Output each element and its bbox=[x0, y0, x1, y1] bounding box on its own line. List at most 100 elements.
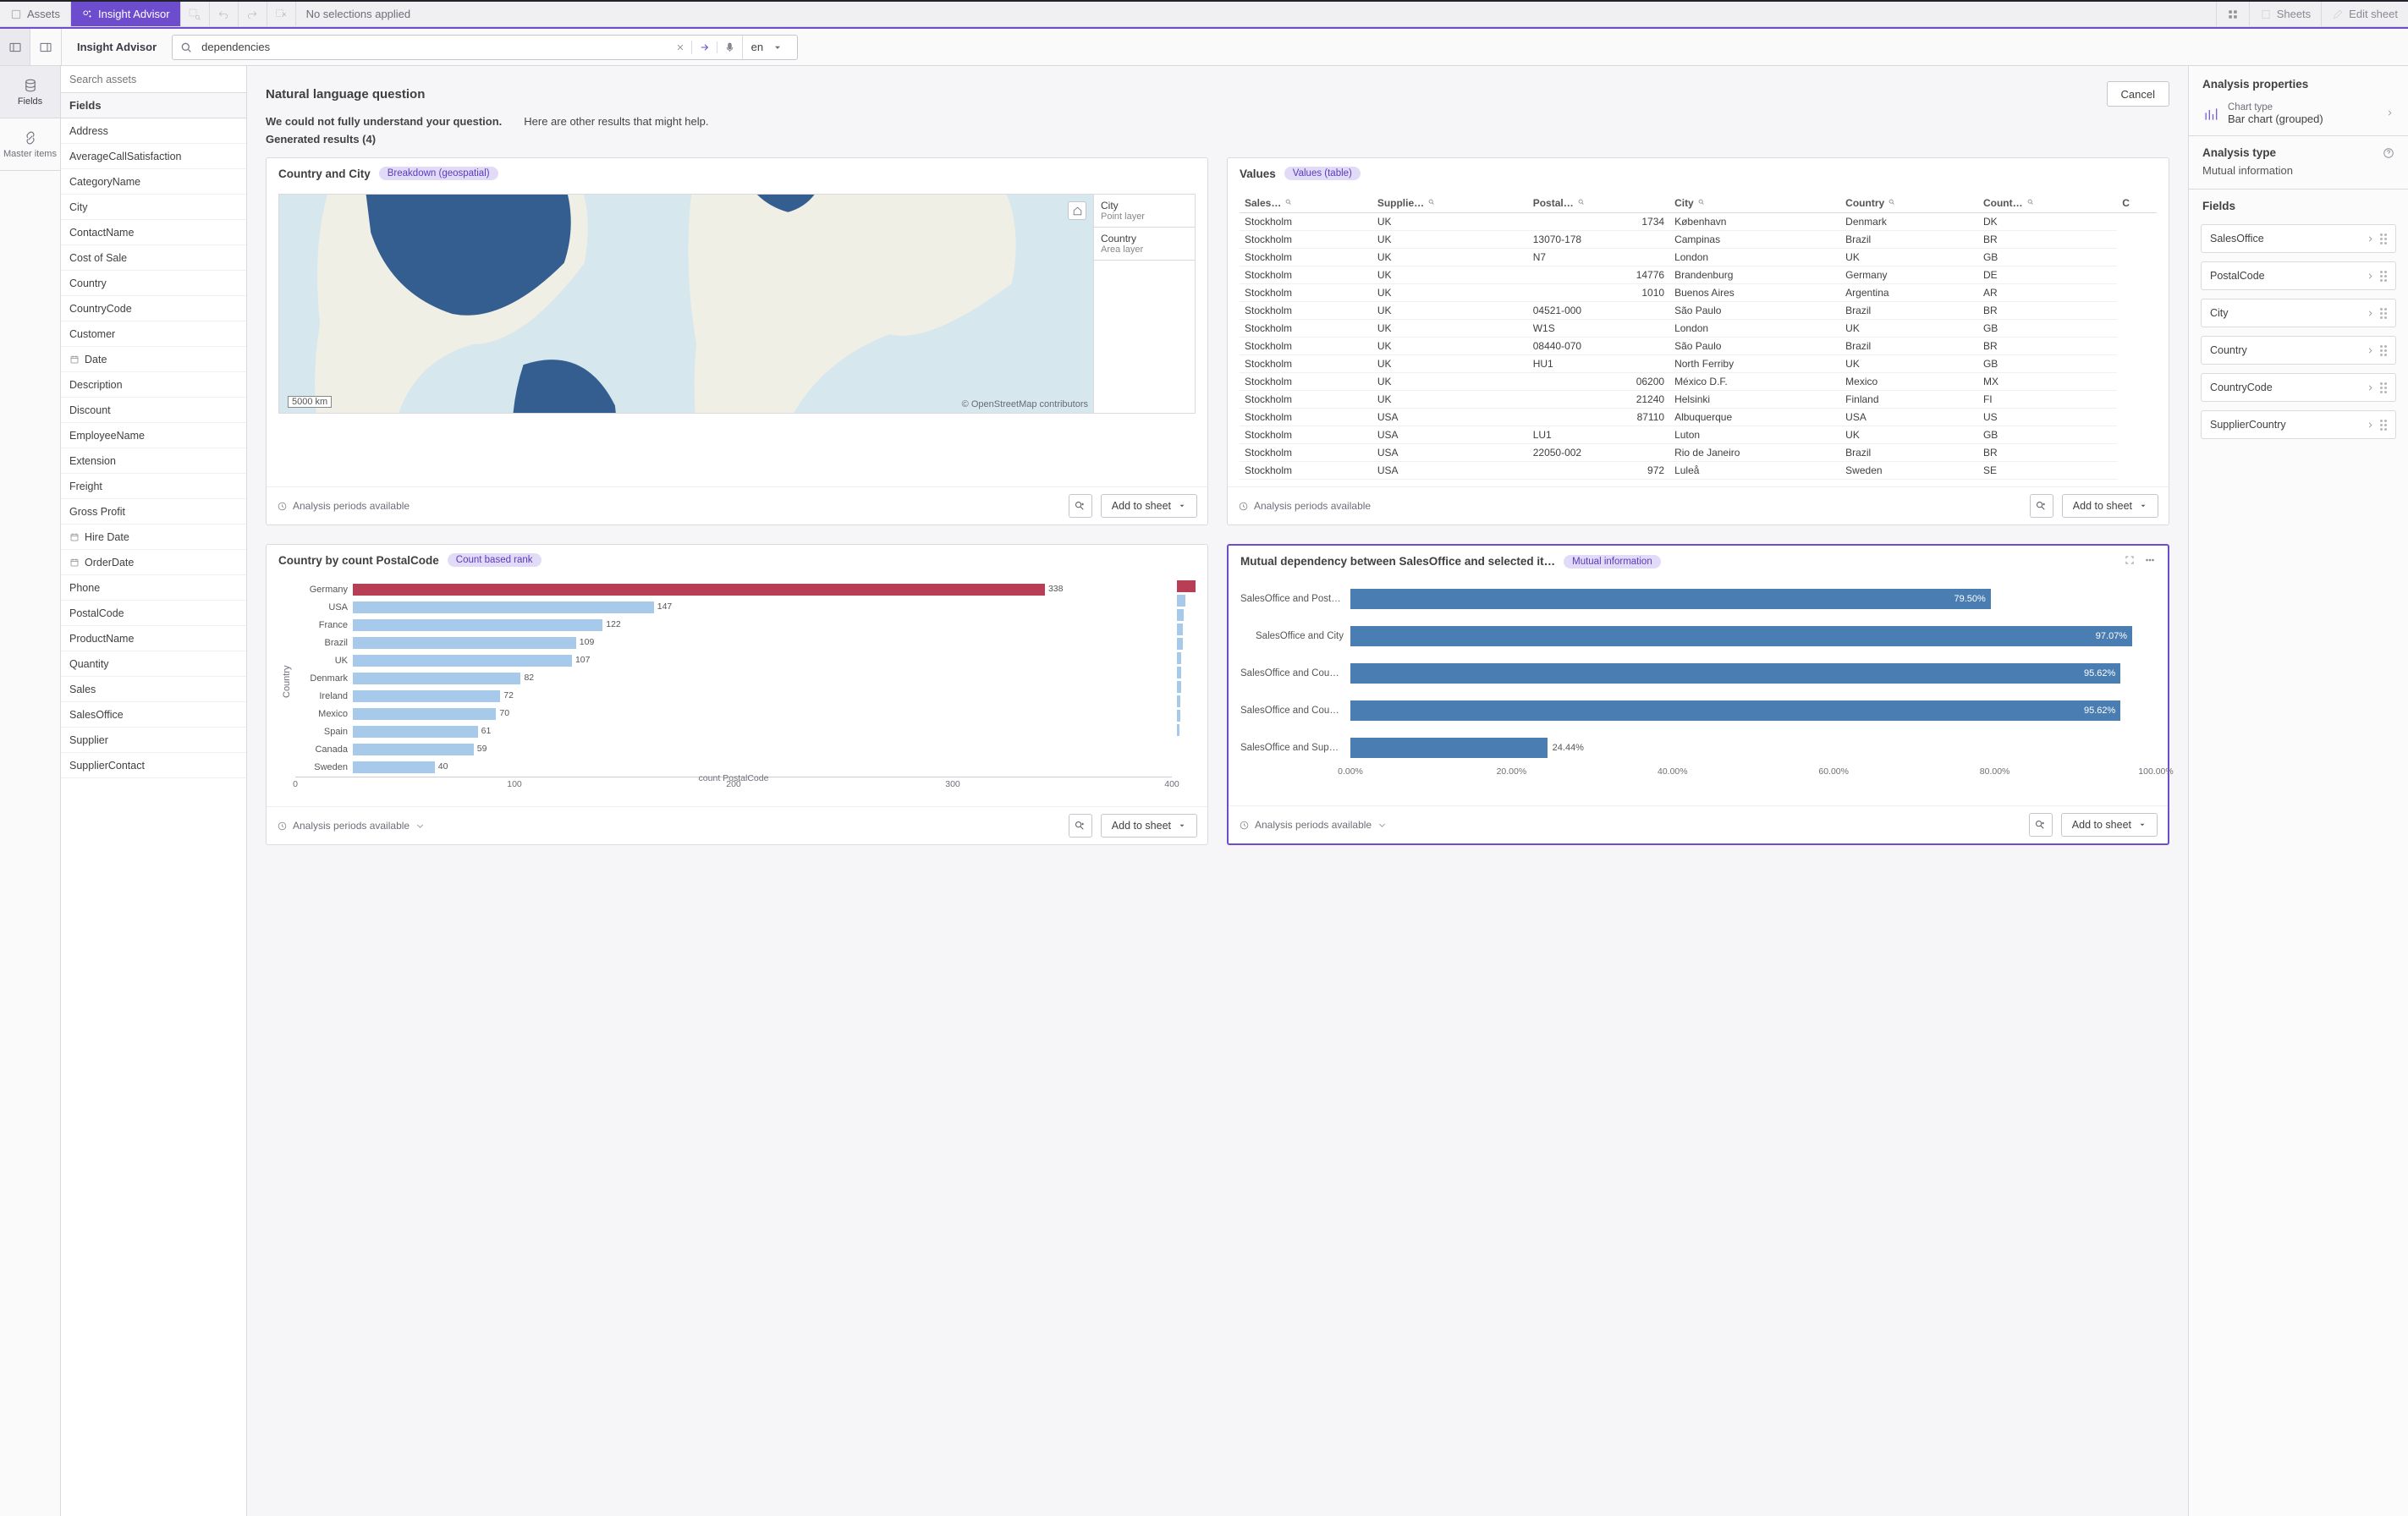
bar-row[interactable]: UK107 bbox=[295, 653, 1172, 668]
table-header[interactable]: Country bbox=[1840, 194, 1978, 213]
cancel-button[interactable]: Cancel bbox=[2107, 81, 2169, 107]
bar-row[interactable]: Mexico70 bbox=[295, 706, 1172, 722]
table-header[interactable]: Sales… bbox=[1240, 194, 1372, 213]
field-item[interactable]: ContactName bbox=[61, 220, 246, 245]
bar-row[interactable]: Spain61 bbox=[295, 724, 1172, 739]
explore-button[interactable] bbox=[2029, 813, 2053, 837]
step-forward-button[interactable] bbox=[239, 2, 267, 26]
mi-bar-row[interactable]: SalesOffice and Country95.62% bbox=[1240, 663, 2156, 684]
bar-row[interactable]: Canada59 bbox=[295, 742, 1172, 757]
bar-row[interactable]: Ireland72 bbox=[295, 689, 1172, 704]
field-item[interactable]: Phone bbox=[61, 575, 246, 601]
right-panel-toggle[interactable] bbox=[30, 29, 61, 65]
country-bar-chart[interactable]: Country Germany338USA147France122Brazil1… bbox=[278, 580, 1196, 783]
field-item[interactable]: Discount bbox=[61, 398, 246, 423]
field-chip[interactable]: SupplierCountry bbox=[2201, 410, 2396, 439]
mi-bar-row[interactable]: SalesOffice and SupplierC…24.44% bbox=[1240, 738, 2156, 758]
field-item[interactable]: PostalCode bbox=[61, 601, 246, 626]
table-row[interactable]: StockholmUK14776BrandenburgGermanyDE bbox=[1240, 266, 2157, 284]
table-row[interactable]: StockholmUK21240HelsinkiFinlandFI bbox=[1240, 391, 2157, 409]
table-row[interactable]: StockholmUK04521-000São PauloBrazilBR bbox=[1240, 302, 2157, 320]
field-chip[interactable]: City bbox=[2201, 299, 2396, 327]
field-item[interactable]: Freight bbox=[61, 474, 246, 499]
field-chip[interactable]: CountryCode bbox=[2201, 373, 2396, 402]
step-back-button[interactable] bbox=[210, 2, 239, 26]
analysis-periods-link[interactable]: Analysis periods available bbox=[1239, 819, 1388, 831]
field-item[interactable]: SupplierContact bbox=[61, 753, 246, 778]
fullscreen-button[interactable] bbox=[2124, 554, 2136, 568]
add-to-sheet-button[interactable]: Add to sheet bbox=[2062, 494, 2158, 518]
field-item[interactable]: Date bbox=[61, 347, 246, 372]
insight-advisor-chip[interactable]: Insight Advisor bbox=[71, 2, 181, 26]
field-item[interactable]: Sales bbox=[61, 677, 246, 702]
field-item[interactable]: Supplier bbox=[61, 728, 246, 753]
explore-button[interactable] bbox=[1069, 814, 1092, 838]
search-assets-input[interactable] bbox=[61, 66, 246, 92]
table-row[interactable]: StockholmUK13070-178CampinasBrazilBR bbox=[1240, 231, 2157, 249]
table-row[interactable]: StockholmUSA87110AlbuquerqueUSAUS bbox=[1240, 409, 2157, 426]
field-item[interactable]: Gross Profit bbox=[61, 499, 246, 525]
field-chip[interactable]: Country bbox=[2201, 336, 2396, 365]
sheets-dropdown[interactable]: Sheets bbox=[2249, 2, 2321, 26]
field-item[interactable]: AverageCallSatisfaction bbox=[61, 144, 246, 169]
submit-question-button[interactable] bbox=[691, 41, 717, 54]
table-header[interactable]: Count… bbox=[1978, 194, 2117, 213]
add-to-sheet-button[interactable]: Add to sheet bbox=[2061, 813, 2158, 837]
edit-sheet-button[interactable]: Edit sheet bbox=[2321, 2, 2408, 26]
add-to-sheet-button[interactable]: Add to sheet bbox=[1101, 494, 1197, 518]
table-row[interactable]: StockholmUKHU1North FerribyUKGB bbox=[1240, 355, 2157, 373]
map-reset-button[interactable] bbox=[1068, 201, 1086, 220]
field-item[interactable]: Country bbox=[61, 271, 246, 296]
left-panel-toggle[interactable] bbox=[0, 29, 30, 65]
help-icon[interactable] bbox=[2383, 147, 2394, 159]
question-input[interactable] bbox=[200, 40, 669, 54]
table-header[interactable]: C bbox=[2117, 194, 2157, 213]
field-item[interactable]: Extension bbox=[61, 448, 246, 474]
table-row[interactable]: StockholmUK1734KøbenhavnDenmarkDK bbox=[1240, 213, 2157, 231]
field-item[interactable]: City bbox=[61, 195, 246, 220]
table-row[interactable]: StockholmUK06200México D.F.MexicoMX bbox=[1240, 373, 2157, 391]
field-item[interactable]: ProductName bbox=[61, 626, 246, 651]
field-item[interactable]: Quantity bbox=[61, 651, 246, 677]
table-row[interactable]: StockholmUSA22050-002Rio de JaneiroBrazi… bbox=[1240, 444, 2157, 462]
field-item[interactable]: Cost of Sale bbox=[61, 245, 246, 271]
analysis-periods-link[interactable]: Analysis periods available bbox=[1238, 500, 1371, 512]
clear-question-button[interactable] bbox=[669, 42, 691, 52]
rail-fields[interactable]: Fields bbox=[0, 66, 60, 118]
field-chip[interactable]: SalesOffice bbox=[2201, 224, 2396, 253]
field-item[interactable]: Description bbox=[61, 372, 246, 398]
add-to-sheet-button[interactable]: Add to sheet bbox=[1101, 814, 1197, 838]
clear-selections-button[interactable] bbox=[267, 2, 296, 26]
smart-search-button[interactable] bbox=[181, 2, 210, 26]
table-row[interactable]: StockholmUKW1SLondonUKGB bbox=[1240, 320, 2157, 338]
language-selector[interactable]: en bbox=[742, 36, 797, 59]
rail-master-items[interactable]: Master items bbox=[0, 118, 60, 171]
bar-row[interactable]: Brazil109 bbox=[295, 635, 1172, 651]
analysis-periods-link[interactable]: Analysis periods available bbox=[277, 820, 426, 832]
field-item[interactable]: Address bbox=[61, 118, 246, 144]
explore-button[interactable] bbox=[2030, 494, 2053, 518]
chart-type-row[interactable]: Chart type Bar chart (grouped) bbox=[2189, 99, 2408, 136]
values-table[interactable]: Sales…Supplie…Postal…CityCountryCount…C … bbox=[1240, 194, 2157, 480]
field-item[interactable]: CategoryName bbox=[61, 169, 246, 195]
field-item[interactable]: CountryCode bbox=[61, 296, 246, 321]
more-button[interactable] bbox=[2144, 554, 2156, 568]
table-row[interactable]: StockholmUSA972LuleåSwedenSE bbox=[1240, 462, 2157, 480]
explore-button[interactable] bbox=[1069, 494, 1092, 518]
bar-row[interactable]: USA147 bbox=[295, 600, 1172, 615]
assets-dropdown[interactable]: Assets bbox=[0, 2, 71, 26]
field-item[interactable]: EmployeeName bbox=[61, 423, 246, 448]
mi-bar-row[interactable]: SalesOffice and CountryCo…95.62% bbox=[1240, 700, 2156, 721]
table-row[interactable]: StockholmUSALU1LutonUKGB bbox=[1240, 426, 2157, 444]
analysis-periods-link[interactable]: Analysis periods available bbox=[277, 500, 410, 512]
field-item[interactable]: SalesOffice bbox=[61, 702, 246, 728]
table-row[interactable]: StockholmUKN7LondonUKGB bbox=[1240, 249, 2157, 266]
table-row[interactable]: StockholmUK08440-070São PauloBrazilBR bbox=[1240, 338, 2157, 355]
table-header[interactable]: City bbox=[1669, 194, 1840, 213]
table-header[interactable]: Supplie… bbox=[1372, 194, 1528, 213]
bar-row[interactable]: Denmark82 bbox=[295, 671, 1172, 686]
field-item[interactable]: Customer bbox=[61, 321, 246, 347]
table-row[interactable]: StockholmUK1010Buenos AiresArgentinaAR bbox=[1240, 284, 2157, 302]
field-chip[interactable]: PostalCode bbox=[2201, 261, 2396, 290]
field-item[interactable]: OrderDate bbox=[61, 550, 246, 575]
